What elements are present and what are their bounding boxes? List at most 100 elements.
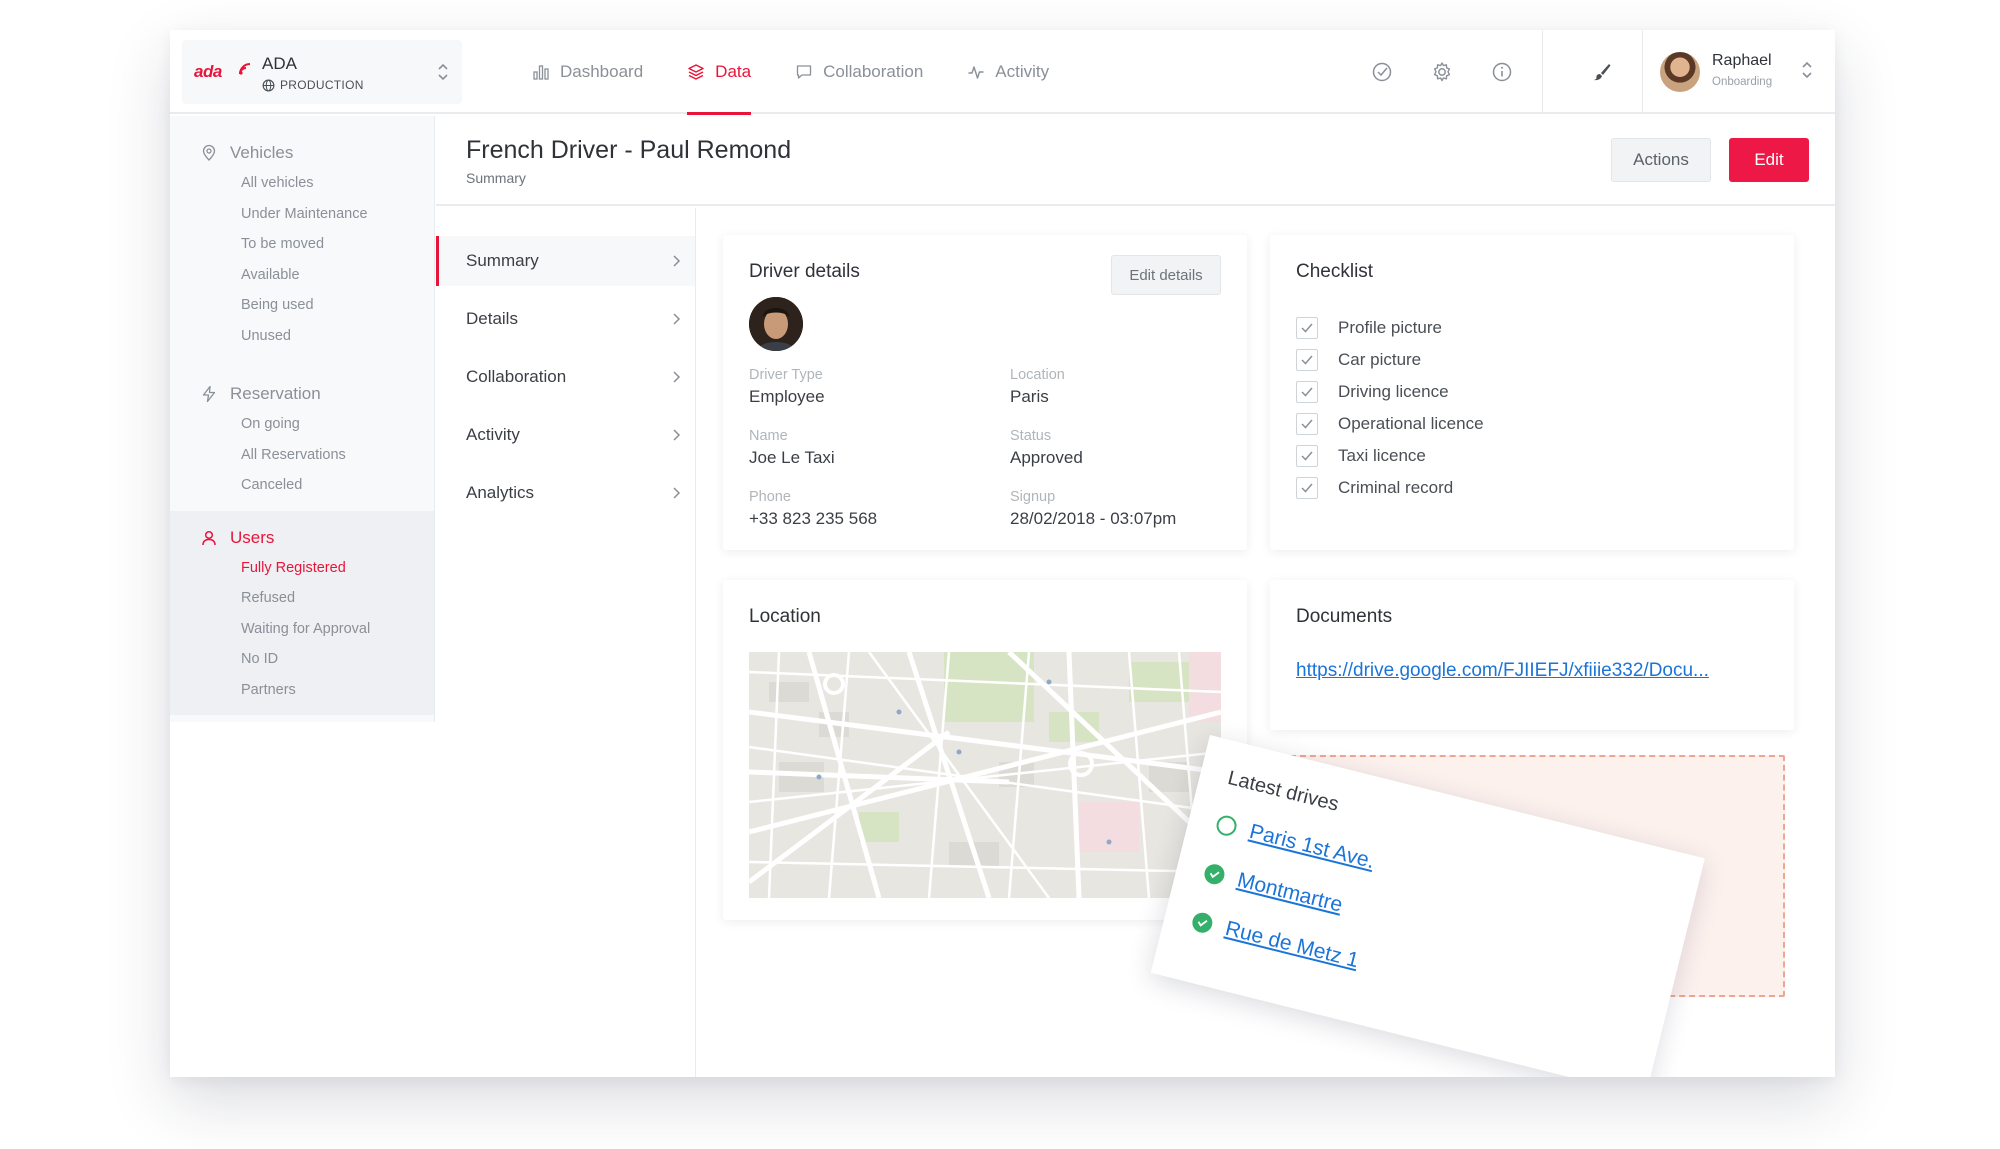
sidebar-item-no-id[interactable]: No ID (170, 644, 434, 675)
sidebar-head-label: Reservation (230, 384, 321, 403)
chevron-right-icon (673, 371, 681, 383)
checkbox[interactable] (1296, 349, 1318, 371)
avatar (1660, 52, 1700, 92)
street-map-graphic (749, 652, 1221, 898)
field-status: Status Approved (1010, 428, 1083, 468)
sidebar-item-refused[interactable]: Refused (170, 583, 434, 614)
submenu-item-details[interactable]: Details (436, 294, 695, 344)
checklist-item-label: Driving licence (1338, 382, 1449, 401)
sidebar-item-on-going[interactable]: On going (170, 409, 434, 440)
check-icon (1301, 451, 1313, 461)
checklist-item[interactable]: Criminal record (1296, 477, 1453, 499)
field-label: Driver Type (749, 367, 823, 383)
submenu-item-label: Summary (466, 251, 539, 270)
info-icon[interactable] (1490, 60, 1514, 84)
check-icon (1209, 871, 1220, 879)
sidebar-head-users[interactable]: Users (170, 523, 434, 553)
checkbox[interactable] (1296, 317, 1318, 339)
sidebar-item-under-maintenance[interactable]: Under Maintenance (170, 199, 434, 230)
field-value: Paris (1010, 387, 1049, 406)
checkbox[interactable] (1296, 381, 1318, 403)
page-title: French Driver - Paul Remond (466, 136, 792, 164)
check-icon (1301, 323, 1313, 333)
activity-icon (968, 66, 984, 79)
drive-link[interactable]: Rue de Metz 1 (1223, 917, 1361, 973)
nav-collaboration[interactable]: Collaboration (773, 30, 945, 114)
field-label: Name (749, 428, 788, 444)
checkbox[interactable] (1296, 477, 1318, 499)
check-icon (1301, 419, 1313, 429)
card-title: Checklist (1296, 261, 1374, 282)
field-label: Status (1010, 428, 1052, 444)
checkbox[interactable] (1296, 445, 1318, 467)
nav-dashboard-label: Dashboard (560, 62, 644, 81)
drive-link[interactable]: Paris 1st Ave. (1247, 820, 1377, 874)
sidebar-item-fully-registered[interactable]: Fully Registered (170, 553, 434, 584)
sidebar-item-canceled[interactable]: Canceled (170, 470, 434, 501)
actions-button[interactable]: Actions (1611, 138, 1711, 182)
drive-item[interactable]: Rue de Metz 1 (1190, 909, 1361, 974)
drive-link[interactable]: Montmartre (1235, 868, 1345, 917)
sidebar-head-label: Users (230, 527, 275, 547)
nav-dashboard[interactable]: Dashboard (510, 30, 665, 114)
nav-data[interactable]: Data (665, 30, 773, 115)
drive-item[interactable]: Montmartre (1202, 860, 1345, 917)
edit-details-button[interactable]: Edit details (1111, 255, 1221, 295)
sidebar-item-to-be-moved[interactable]: To be moved (170, 229, 434, 260)
sidebar-item-unused[interactable]: Unused (170, 321, 434, 352)
field-value: Approved (1010, 448, 1083, 467)
sidebar-item-all-vehicles[interactable]: All vehicles (170, 168, 434, 199)
gear-icon[interactable] (1430, 60, 1454, 84)
field-phone: Phone +33 823 235 568 (749, 489, 877, 529)
sidebar-head-vehicles[interactable]: Vehicles (170, 138, 434, 168)
sidebar-section-vehicles: Vehicles All vehicles Under Maintenance … (170, 116, 434, 351)
sidebar-item-partners[interactable]: Partners (170, 675, 434, 706)
checkbox[interactable] (1296, 413, 1318, 435)
document-link[interactable]: https://drive.google.com/FJIIEFJ/xfiiie3… (1296, 660, 1709, 682)
logo-waves-icon (239, 63, 251, 75)
checklist-item-label: Profile picture (1338, 318, 1442, 337)
chat-icon (796, 65, 812, 79)
field-signup: Signup 28/02/2018 - 03:07pm (1010, 489, 1176, 529)
sidebar-section-reservation: Reservation On going All Reservations Ca… (170, 351, 434, 501)
field-value: +33 823 235 568 (749, 509, 878, 528)
checklist-card: Checklist Profile picture Car picture Dr… (1270, 235, 1794, 550)
checklist-item[interactable]: Car picture (1296, 349, 1421, 371)
check-icon (1197, 920, 1208, 927)
submenu-item-activity[interactable]: Activity (436, 410, 695, 460)
submenu-item-label: Details (466, 309, 518, 328)
submenu-item-analytics[interactable]: Analytics (436, 468, 695, 518)
user-menu[interactable]: Raphael Onboarding (1660, 46, 1820, 98)
sidebar-item-all-reservations[interactable]: All Reservations (170, 440, 434, 471)
submenu-item-summary[interactable]: Summary (436, 236, 695, 286)
checklist-item[interactable]: Operational licence (1296, 413, 1484, 435)
sidebar: Vehicles All vehicles Under Maintenance … (170, 116, 435, 1077)
chevron-updown-icon (438, 63, 448, 81)
check-circle-icon[interactable] (1370, 60, 1394, 84)
brush-icon[interactable] (1590, 60, 1614, 84)
app-switcher[interactable]: ada ADA PRODUCTION (182, 40, 462, 104)
sidebar-item-waiting-for-approval[interactable]: Waiting for Approval (170, 614, 434, 645)
nav-activity-label: Activity (995, 62, 1050, 81)
drive-item[interactable]: Paris 1st Ave. (1214, 812, 1377, 874)
documents-card: Documents https://drive.google.com/FJIIE… (1270, 580, 1794, 730)
checklist-item[interactable]: Taxi licence (1296, 445, 1426, 467)
field-value: Joe Le Taxi (749, 448, 835, 467)
checklist-item[interactable]: Driving licence (1296, 381, 1449, 403)
page-header: French Driver - Paul Remond Summary Acti… (436, 116, 1835, 206)
field-value: 28/02/2018 - 03:07pm (1010, 509, 1177, 528)
nav-activity[interactable]: Activity (945, 30, 1071, 114)
sidebar-item-available[interactable]: Available (170, 260, 434, 291)
edit-button[interactable]: Edit (1729, 138, 1809, 182)
sidebar-head-reservation[interactable]: Reservation (170, 379, 434, 409)
map[interactable] (749, 652, 1221, 898)
submenu-item-collaboration[interactable]: Collaboration (436, 352, 695, 402)
nav-collaboration-label: Collaboration (823, 62, 924, 81)
status-open-icon (1214, 813, 1239, 838)
chevron-right-icon (673, 429, 681, 441)
checklist-item[interactable]: Profile picture (1296, 317, 1442, 339)
submenu-item-label: Analytics (466, 483, 535, 502)
field-value: Employee (749, 387, 825, 406)
sidebar-item-being-used[interactable]: Being used (170, 290, 434, 321)
submenu-item-label: Collaboration (466, 367, 567, 386)
